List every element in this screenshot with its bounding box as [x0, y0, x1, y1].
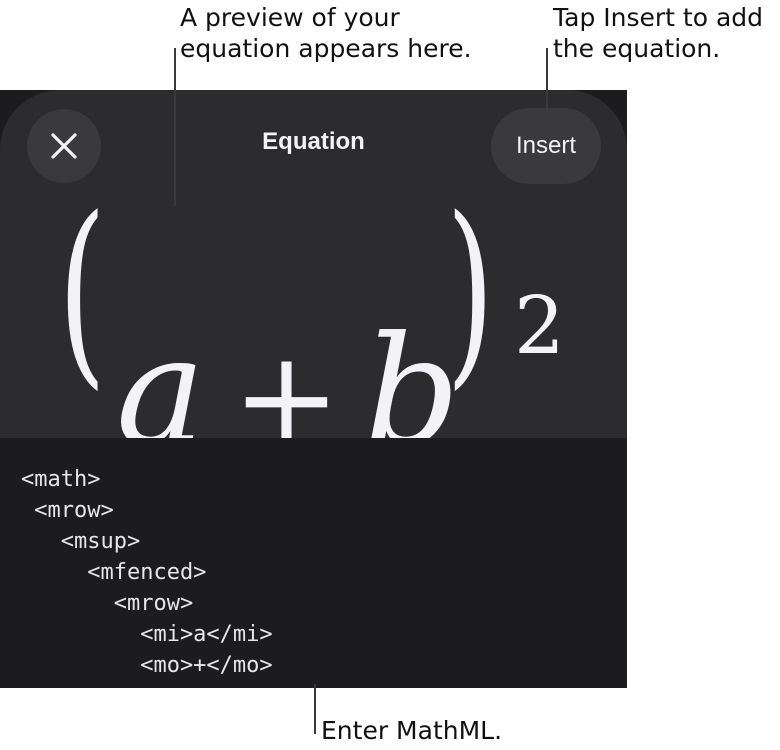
- callout-insert: Tap Insert to add the equation.: [553, 3, 764, 63]
- code-line: <mi>a</mi>: [21, 622, 273, 647]
- mathml-editor[interactable]: <math> <mrow> <msup> <mfenced> <mrow> <m…: [0, 438, 627, 688]
- code-line: <math>: [21, 467, 101, 492]
- insert-button[interactable]: Insert: [491, 108, 601, 184]
- equation-preview: ( a + b ) 2: [0, 176, 627, 479]
- close-button[interactable]: [27, 109, 101, 183]
- code-line: <mrow>: [21, 591, 194, 616]
- equation-variable-a: a: [116, 305, 205, 438]
- code-line: <mfenced>: [21, 560, 207, 585]
- callout-preview: A preview of your equation appears here.: [180, 3, 472, 63]
- equation-sheet: Equation Insert ( a + b ) 2: [0, 90, 627, 479]
- close-icon: [51, 133, 77, 159]
- code-line: <mrow>: [21, 498, 114, 523]
- equation-exponent: 2: [514, 279, 565, 372]
- leader-line-preview: [174, 48, 176, 206]
- equation-open-paren: (: [58, 180, 106, 408]
- equation-plus-operator: +: [232, 322, 341, 438]
- code-line: <msup>: [21, 529, 141, 554]
- code-line: <mo>+</mo>: [21, 653, 273, 678]
- callout-mathml: Enter MathML.: [321, 716, 503, 745]
- leader-line-insert: [546, 48, 548, 112]
- equation-preview-svg: ( a + b ) 2: [58, 176, 565, 479]
- equation-close-paren: ): [446, 180, 494, 408]
- equation-dialog: Equation Insert ( a + b ) 2 <math> <mrow…: [0, 90, 627, 688]
- leader-line-mathml: [314, 684, 316, 734]
- dialog-title: Equation: [262, 128, 365, 155]
